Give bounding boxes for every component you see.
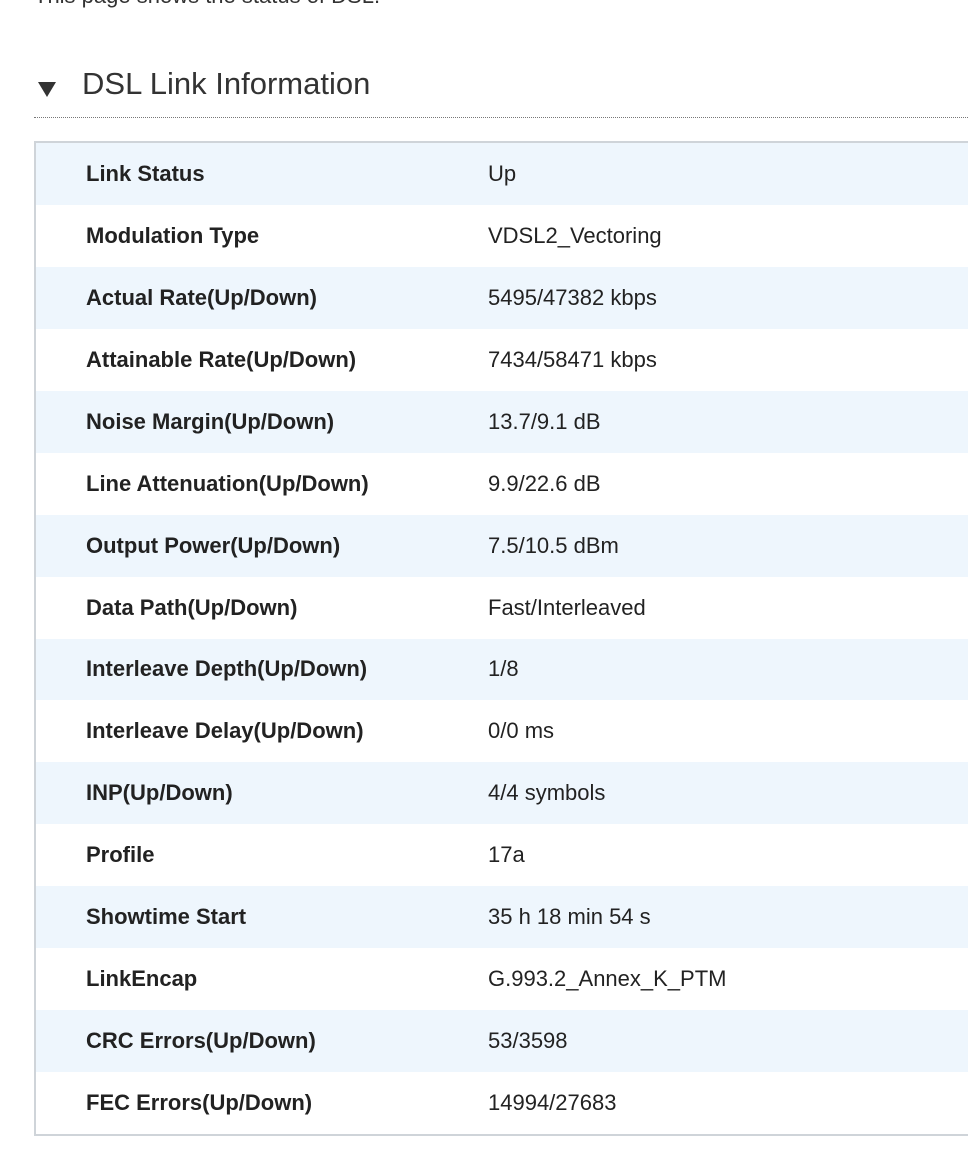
- row-label: Actual Rate(Up/Down): [86, 284, 317, 310]
- row-value: 14994/27683: [488, 1090, 617, 1116]
- table-row: Output Power(Up/Down) 7.5/10.5 dBm: [36, 514, 968, 577]
- row-label: LinkEncap: [86, 966, 198, 992]
- row-value: 7.5/10.5 dBm: [488, 532, 619, 558]
- dsl-info-table: Link Status Up Modulation Type VDSL2_Vec…: [34, 141, 968, 1136]
- row-value: 13.7/9.1 dB: [488, 408, 601, 434]
- dsl-status-page: This page shows the status of DSL. DSL L…: [0, 0, 968, 1150]
- row-label: Output Power(Up/Down): [86, 532, 341, 558]
- table-row: Interleave Depth(Up/Down) 1/8: [36, 638, 968, 701]
- row-label: Modulation Type: [86, 222, 260, 248]
- row-label: FEC Errors(Up/Down): [86, 1090, 313, 1116]
- row-value: G.993.2_Annex_K_PTM: [488, 966, 727, 992]
- table-row: Noise Margin(Up/Down) 13.7/9.1 dB: [36, 390, 968, 453]
- table-row: Attainable Rate(Up/Down) 7434/58471 kbps: [36, 328, 968, 391]
- row-value: 4/4 symbols: [488, 780, 606, 806]
- row-label: Attainable Rate(Up/Down): [86, 346, 357, 372]
- row-value: 7434/58471 kbps: [488, 346, 657, 372]
- row-label: Interleave Delay(Up/Down): [86, 718, 364, 744]
- table-row: CRC Errors(Up/Down) 53/3598: [36, 1010, 968, 1073]
- row-value: 0/0 ms: [488, 718, 555, 744]
- row-value: 53/3598: [488, 1028, 568, 1054]
- section-header-dsl-link-information[interactable]: DSL Link Information: [34, 62, 370, 106]
- row-label: Link Status: [86, 160, 205, 186]
- row-label: Interleave Depth(Up/Down): [86, 656, 368, 682]
- row-value: Fast/Interleaved: [488, 594, 646, 620]
- table-row: FEC Errors(Up/Down) 14994/27683: [36, 1072, 968, 1134]
- table-row: Showtime Start 35 h 18 min 54 s: [36, 886, 968, 949]
- row-label: Showtime Start: [86, 904, 247, 930]
- row-label: Line Attenuation(Up/Down): [86, 470, 369, 496]
- table-row: Profile 17a: [36, 824, 968, 887]
- row-label: Noise Margin(Up/Down): [86, 408, 335, 434]
- row-value: VDSL2_Vectoring: [488, 222, 662, 248]
- row-value: 5495/47382 kbps: [488, 284, 657, 310]
- row-value: 17a: [488, 842, 525, 868]
- table-row: Actual Rate(Up/Down) 5495/47382 kbps: [36, 266, 968, 329]
- row-label: Profile: [86, 842, 155, 868]
- section-title: DSL Link Information: [82, 66, 371, 101]
- table-row: Modulation Type VDSL2_Vectoring: [36, 204, 968, 267]
- table-row: Link Status Up: [36, 143, 968, 205]
- section-divider: [34, 117, 968, 118]
- table-row: LinkEncap G.993.2_Annex_K_PTM: [36, 948, 968, 1011]
- row-label: Data Path(Up/Down): [86, 594, 298, 620]
- row-value: 9.9/22.6 dB: [488, 470, 601, 496]
- table-row: Line Attenuation(Up/Down) 9.9/22.6 dB: [36, 452, 968, 515]
- table-row: Interleave Delay(Up/Down) 0/0 ms: [36, 700, 968, 763]
- caret-down-icon: [38, 81, 56, 97]
- row-value: 35 h 18 min 54 s: [488, 904, 651, 930]
- row-label: INP(Up/Down): [86, 780, 233, 806]
- page-intro-text: This page shows the status of DSL.: [34, 0, 380, 8]
- row-value: 1/8: [488, 656, 519, 682]
- table-row: INP(Up/Down) 4/4 symbols: [36, 762, 968, 825]
- row-label: CRC Errors(Up/Down): [86, 1028, 316, 1054]
- row-value: Up: [488, 160, 517, 186]
- table-row: Data Path(Up/Down) Fast/Interleaved: [36, 576, 968, 639]
